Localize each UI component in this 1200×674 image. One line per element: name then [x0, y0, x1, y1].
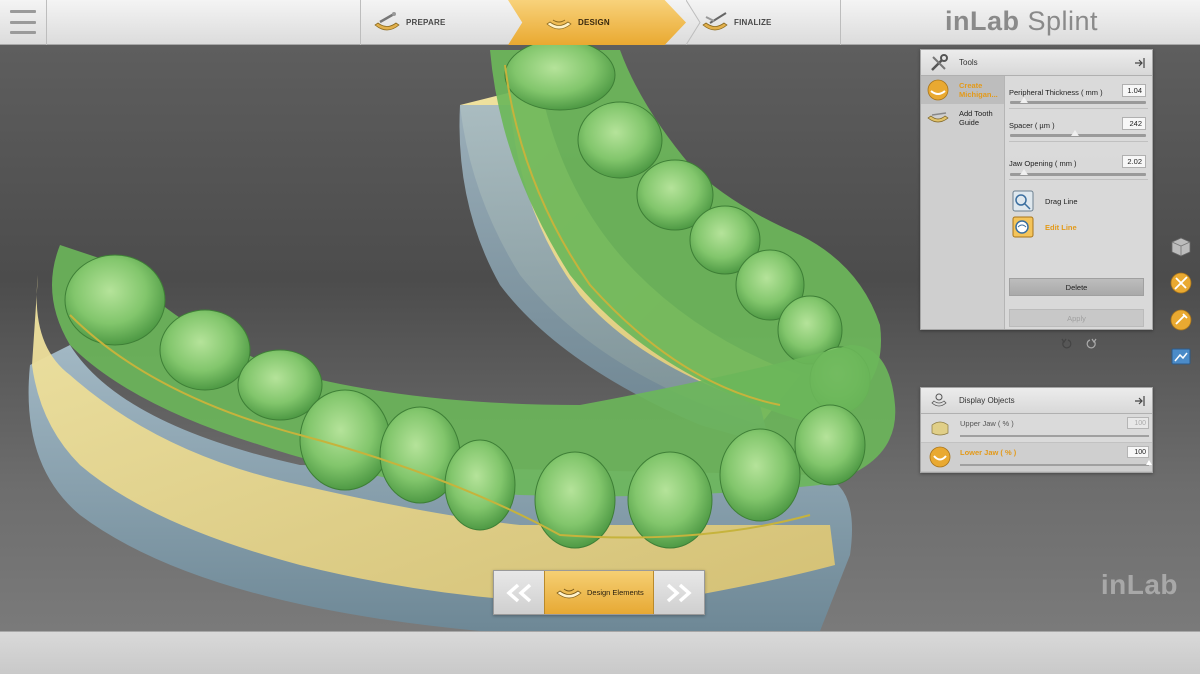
double-chevron-right-icon: [666, 583, 692, 602]
tools-list: Create Michigan... Add Tooth Guide: [921, 76, 1005, 329]
undo-icon[interactable]: [1061, 338, 1073, 350]
slider-thumb[interactable]: [1071, 130, 1080, 136]
upper-jaw-label: Upper Jaw ( % ): [960, 419, 1014, 428]
cut-tool-icon[interactable]: [1170, 272, 1192, 294]
double-chevron-left-icon: [506, 583, 532, 602]
lower-jaw-icon: [929, 446, 951, 468]
design-elements-nav: Design Elements: [493, 570, 705, 615]
view-cube-icon[interactable]: [1170, 236, 1192, 258]
param-value-input[interactable]: 1.04: [1122, 84, 1146, 97]
delete-button[interactable]: Delete: [1009, 278, 1144, 296]
apply-button[interactable]: Apply: [1009, 309, 1144, 327]
step-finalize-label: FINALIZE: [734, 18, 772, 27]
previous-button[interactable]: [494, 571, 544, 614]
param-label: Spacer ( µm ): [1009, 121, 1055, 130]
slider-thumb[interactable]: [1146, 460, 1152, 465]
hamburger-menu-icon[interactable]: [10, 10, 36, 34]
app-brand: inLab Splint: [945, 6, 1098, 37]
slider-thumb[interactable]: [1019, 169, 1028, 175]
status-bar: [0, 631, 1200, 674]
watermark: inLab: [1100, 569, 1178, 600]
display-objects-panel: Display Objects Upper Jaw ( % ) 100 Lowe…: [920, 387, 1153, 473]
edit-line-label: Edit Line: [1045, 222, 1077, 232]
param-jaw-opening: Jaw Opening ( mm ) 2.02: [1009, 142, 1148, 180]
step-finalize[interactable]: FINALIZE: [700, 0, 772, 45]
undo-redo: [1061, 338, 1097, 350]
tools-panel-header: Tools: [921, 50, 1152, 76]
slider-thumb[interactable]: [1019, 97, 1028, 103]
tool-create-michigan-label: Create Michigan...: [959, 81, 998, 99]
lower-jaw-slider[interactable]: [960, 460, 1152, 466]
redo-icon[interactable]: [1085, 338, 1097, 350]
design-elements-icon: [556, 588, 582, 598]
param-slider[interactable]: [1010, 97, 1146, 104]
divider: [46, 0, 47, 45]
drag-line-icon: [1012, 190, 1034, 212]
lower-jaw-value[interactable]: 100: [1127, 446, 1149, 458]
design-icon: [546, 19, 572, 29]
measure-tool-icon[interactable]: [1170, 309, 1192, 331]
add-tooth-guide-icon: [927, 112, 949, 123]
tool-parameters: Peripheral Thickness ( mm ) 1.04 Spacer …: [1009, 76, 1148, 349]
step-prepare-label: PREPARE: [406, 18, 446, 27]
param-slider[interactable]: [1010, 169, 1146, 176]
tools-panel: Tools Create Michigan... Add Tooth Guide…: [920, 49, 1153, 349]
lower-jaw-label: Lower Jaw ( % ): [960, 448, 1017, 457]
tool-create-michigan[interactable]: Create Michigan...: [921, 76, 1004, 104]
param-label: Jaw Opening ( mm ): [1009, 159, 1077, 168]
param-value-input[interactable]: 242: [1122, 117, 1146, 130]
upper-jaw-icon: [931, 421, 949, 436]
screenshot-icon[interactable]: [1170, 346, 1192, 368]
divider: [840, 0, 841, 45]
upper-jaw-value[interactable]: 100: [1127, 417, 1149, 429]
param-peripheral-thickness: Peripheral Thickness ( mm ) 1.04: [1009, 76, 1148, 109]
param-slider[interactable]: [1010, 130, 1146, 137]
display-object-lower-jaw[interactable]: Lower Jaw ( % ) 100: [921, 443, 1152, 472]
finalize-icon: [702, 11, 728, 30]
top-toolbar: PREPARE DESIGN FINALIZE inLab Splint: [0, 0, 1200, 45]
prepare-icon: [374, 11, 400, 30]
tools-panel-title: Tools: [959, 58, 978, 67]
step-prepare[interactable]: PREPARE: [372, 0, 445, 45]
brand-rest: Splint: [1019, 6, 1098, 36]
edit-line-icon: [1012, 216, 1034, 238]
param-spacer: Spacer ( µm ) 242: [1009, 109, 1148, 142]
brand-bold: inLab: [944, 6, 1020, 36]
tool-add-tooth-guide[interactable]: Add Tooth Guide: [921, 104, 1004, 132]
display-objects-title: Display Objects: [959, 396, 1015, 405]
display-objects-icon: [931, 393, 947, 406]
tool-add-tooth-guide-label: Add Tooth Guide: [959, 109, 993, 127]
next-button[interactable]: [654, 571, 704, 614]
param-value-input[interactable]: 2.02: [1122, 155, 1146, 168]
drag-line-tool[interactable]: Drag Line: [1009, 188, 1148, 214]
drag-line-label: Drag Line: [1045, 196, 1078, 206]
pin-panel-icon[interactable]: [1134, 395, 1146, 407]
display-objects-header: Display Objects: [921, 388, 1152, 414]
design-elements-label: Design Elements: [587, 588, 644, 597]
param-label: Peripheral Thickness ( mm ): [1009, 88, 1103, 97]
display-object-upper-jaw[interactable]: Upper Jaw ( % ) 100: [921, 414, 1152, 443]
edit-line-tool[interactable]: Edit Line: [1009, 214, 1148, 240]
tools-icon: [931, 53, 948, 71]
pin-panel-icon[interactable]: [1134, 57, 1146, 69]
divider: [360, 0, 361, 45]
step-design[interactable]: DESIGN: [508, 0, 686, 45]
upper-jaw-slider[interactable]: [960, 435, 1149, 437]
step-design-label: DESIGN: [578, 18, 610, 27]
create-michigan-icon: [927, 79, 949, 101]
design-elements-button[interactable]: Design Elements: [544, 571, 654, 614]
